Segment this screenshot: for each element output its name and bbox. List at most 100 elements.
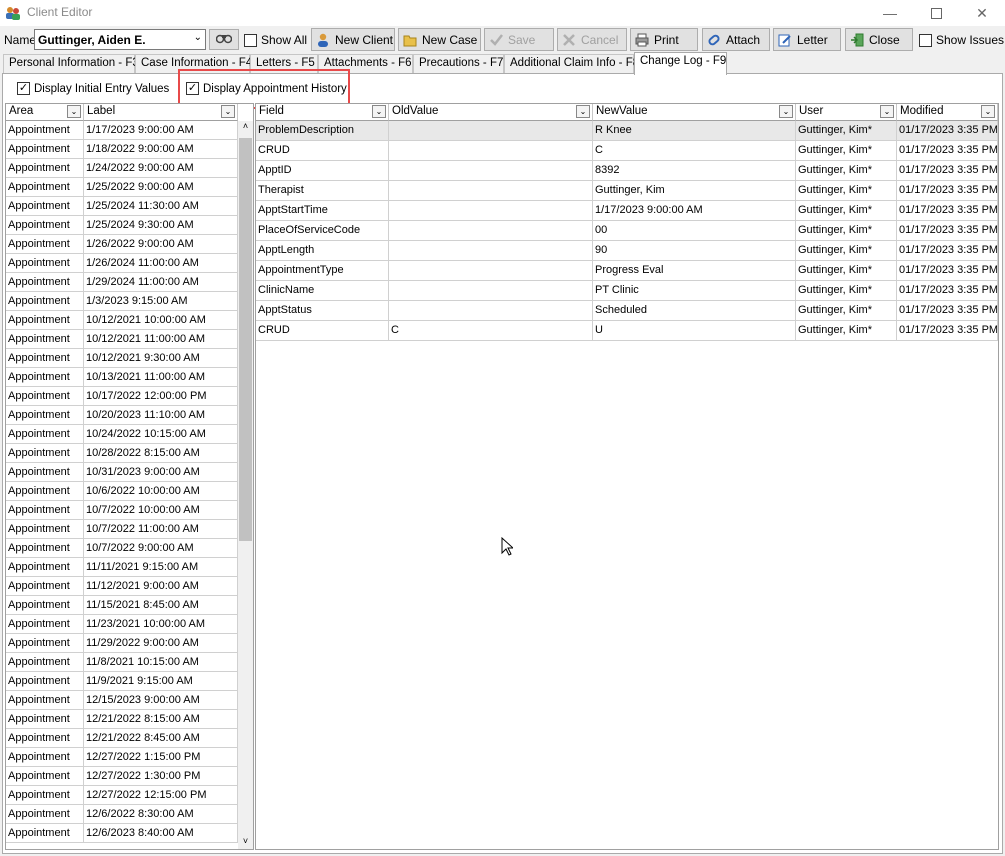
table-row[interactable]: Appointment 12/27/2022 1:15:00 PM	[6, 748, 238, 767]
table-row[interactable]: Appointment 1/3/2023 9:15:00 AM	[6, 292, 238, 311]
initial-entry-check[interactable]: ✓	[17, 82, 30, 95]
table-row[interactable]: Appointment 10/7/2022 10:00:00 AM	[6, 501, 238, 520]
column-header-user[interactable]: User ⌄	[796, 104, 897, 121]
column-header-label[interactable]: Label ⌄	[84, 104, 238, 121]
table-row[interactable]: Appointment 10/7/2022 9:00:00 AM	[6, 539, 238, 558]
column-header-field[interactable]: Field ⌄	[256, 104, 389, 121]
table-row[interactable]: Appointment 12/15/2023 9:00:00 AM	[6, 691, 238, 710]
filter-dropdown-icon[interactable]: ⌄	[880, 105, 894, 118]
table-row[interactable]: ApptID 8392 Guttinger, Kim* 01/17/2023 3:35…	[256, 161, 998, 181]
table-row[interactable]: ApptStartTime 1/17/2023 9:00:00 AM Gutting…	[256, 201, 998, 221]
table-row[interactable]: Appointment 10/7/2022 11:00:00 AM	[6, 520, 238, 539]
table-row[interactable]: Appointment 10/13/2021 11:00:00 AM	[6, 368, 238, 387]
table-row[interactable]: Appointment 11/23/2021 10:00:00 AM	[6, 615, 238, 634]
table-row[interactable]: ClinicName PT Clinic Guttinger, Kim* 01/17/…	[256, 281, 998, 301]
table-row[interactable]: CRUD C Guttinger, Kim* 01/17/2023 3:35 PM	[256, 141, 998, 161]
new-client-button[interactable]: New Client	[311, 28, 395, 51]
table-row[interactable]: Appointment 12/27/2022 12:15:00 PM	[6, 786, 238, 805]
filter-dropdown-icon[interactable]: ⌄	[372, 105, 386, 118]
table-row[interactable]: Appointment 1/24/2022 9:00:00 AM	[6, 159, 238, 178]
appointment-history-check[interactable]: ✓	[186, 82, 199, 95]
table-row[interactable]: Appointment 11/29/2022 9:00:00 AM	[6, 634, 238, 653]
filter-dropdown-icon[interactable]: ⌄	[67, 105, 81, 118]
column-header-oldvalue[interactable]: OldValue ⌄	[389, 104, 593, 121]
area-cell: Appointment	[6, 634, 84, 653]
new-case-button[interactable]: New Case	[398, 28, 481, 51]
table-row[interactable]: AppointmentType Progress Eval Guttinger, K…	[256, 261, 998, 281]
area-label-grid[interactable]: Area ⌄ Label ⌄ Appointment 1/17/2023 9:00:0…	[5, 103, 254, 850]
attach-button[interactable]: Attach	[702, 28, 770, 51]
table-row[interactable]: PlaceOfServiceCode 00 Guttinger, Kim* 01/17…	[256, 221, 998, 241]
letter-button[interactable]: Letter	[773, 28, 841, 51]
show-all-checkbox[interactable]: Show All	[244, 33, 307, 47]
scroll-up-icon[interactable]: ˄	[240, 121, 251, 134]
tab-additional-claim-info[interactable]: Additional Claim Info - F8	[504, 54, 639, 73]
table-row[interactable]: Appointment 1/26/2024 11:00:00 AM	[6, 254, 238, 273]
table-row[interactable]: Appointment 10/17/2022 12:00:00 PM	[6, 387, 238, 406]
oldvalue-cell	[389, 301, 593, 321]
show-all-check[interactable]	[244, 33, 257, 47]
change-log-grid[interactable]: Field ⌄ OldValue ⌄ NewValue ⌄ User ⌄ Modifie…	[255, 103, 999, 850]
column-header-area[interactable]: Area ⌄	[6, 104, 84, 121]
table-row[interactable]: Appointment 10/28/2022 8:15:00 AM	[6, 444, 238, 463]
tab-personal-information[interactable]: Personal Information - F3	[3, 54, 139, 73]
filter-dropdown-icon[interactable]: ⌄	[221, 105, 235, 118]
column-header-modified[interactable]: Modified ⌄	[897, 104, 998, 121]
appointment-history-option[interactable]: ✓ Display Appointment History	[186, 82, 347, 95]
table-row[interactable]: ApptLength 90 Guttinger, Kim* 01/17/2023 3:…	[256, 241, 998, 261]
table-row[interactable]: Appointment 1/26/2022 9:00:00 AM	[6, 235, 238, 254]
show-issues-check[interactable]	[919, 33, 932, 47]
table-row[interactable]: Appointment 1/25/2024 11:30:00 AM	[6, 197, 238, 216]
table-row[interactable]: Appointment 12/21/2022 8:45:00 AM	[6, 729, 238, 748]
minimize-button[interactable]: —	[867, 0, 913, 26]
tab-precautions[interactable]: Precautions - F7	[413, 54, 504, 73]
maximize-button[interactable]	[913, 0, 959, 26]
filter-dropdown-icon[interactable]: ⌄	[981, 105, 995, 118]
table-row[interactable]: Appointment 10/24/2022 10:15:00 AM	[6, 425, 238, 444]
table-row[interactable]: Appointment 10/20/2023 11:10:00 AM	[6, 406, 238, 425]
table-row[interactable]: Appointment 1/18/2022 9:00:00 AM	[6, 140, 238, 159]
table-row[interactable]: Appointment 11/12/2021 9:00:00 AM	[6, 577, 238, 596]
table-row[interactable]: Appointment 10/12/2021 11:00:00 AM	[6, 330, 238, 349]
table-row[interactable]: Appointment 10/12/2021 9:30:00 AM	[6, 349, 238, 368]
table-row[interactable]: Therapist Guttinger, Kim Guttinger, Kim* 01…	[256, 181, 998, 201]
table-row[interactable]: Appointment 10/6/2022 10:00:00 AM	[6, 482, 238, 501]
scroll-down-icon[interactable]: ˅	[240, 836, 251, 849]
table-row[interactable]: Appointment 10/12/2021 10:00:00 AM	[6, 311, 238, 330]
table-row[interactable]: Appointment 1/25/2024 9:30:00 AM	[6, 216, 238, 235]
table-row[interactable]: Appointment 12/21/2022 8:15:00 AM	[6, 710, 238, 729]
lookup-button[interactable]	[209, 29, 239, 50]
table-row[interactable]: Appointment 12/27/2022 1:30:00 PM	[6, 767, 238, 786]
table-row[interactable]: Appointment 11/15/2021 8:45:00 AM	[6, 596, 238, 615]
table-row[interactable]: Appointment 11/11/2021 9:15:00 AM	[6, 558, 238, 577]
table-row[interactable]: ApptStatus Scheduled Guttinger, Kim* 01/17/…	[256, 301, 998, 321]
oldvalue-cell	[389, 241, 593, 261]
table-row[interactable]: Appointment 10/31/2023 9:00:00 AM	[6, 463, 238, 482]
name-combobox[interactable]: Guttinger, Aiden E. ⌄	[34, 29, 206, 50]
scrollbar-thumb[interactable]	[239, 138, 252, 541]
table-row[interactable]: ProblemDescription R Knee Guttinger, Kim* 0…	[256, 121, 998, 141]
table-row[interactable]: Appointment 1/17/2023 9:00:00 AM	[6, 121, 238, 140]
close-button[interactable]: Close	[845, 28, 913, 51]
tab-change-log[interactable]: Change Log - F9	[634, 52, 727, 75]
user-cell: Guttinger, Kim*	[796, 281, 897, 301]
save-button[interactable]: Save	[484, 28, 554, 51]
cancel-button[interactable]: Cancel	[557, 28, 627, 51]
table-row[interactable]: Appointment 12/6/2023 8:40:00 AM	[6, 824, 238, 843]
close-window-button[interactable]: ✕	[959, 0, 1005, 26]
initial-entry-option[interactable]: ✓ Display Initial Entry Values	[17, 82, 169, 95]
new-case-label: New Case	[422, 32, 478, 47]
table-row[interactable]: CRUD C U Guttinger, Kim* 01/17/2023 3:35 PM	[256, 321, 998, 341]
filter-dropdown-icon[interactable]: ⌄	[576, 105, 590, 118]
table-row[interactable]: Appointment 1/29/2024 11:00:00 AM	[6, 273, 238, 292]
table-row[interactable]: Appointment 11/9/2021 9:15:00 AM	[6, 672, 238, 691]
vertical-scrollbar[interactable]: ˄ ˅	[238, 121, 253, 849]
table-row[interactable]: Appointment 12/6/2022 8:30:00 AM	[6, 805, 238, 824]
name-label: Name	[4, 33, 37, 47]
print-button[interactable]: Print	[630, 28, 698, 51]
show-issues-checkbox[interactable]: Show Issues	[919, 33, 1004, 47]
table-row[interactable]: Appointment 1/25/2022 9:00:00 AM	[6, 178, 238, 197]
column-header-newvalue[interactable]: NewValue ⌄	[593, 104, 796, 121]
table-row[interactable]: Appointment 11/8/2021 10:15:00 AM	[6, 653, 238, 672]
filter-dropdown-icon[interactable]: ⌄	[779, 105, 793, 118]
